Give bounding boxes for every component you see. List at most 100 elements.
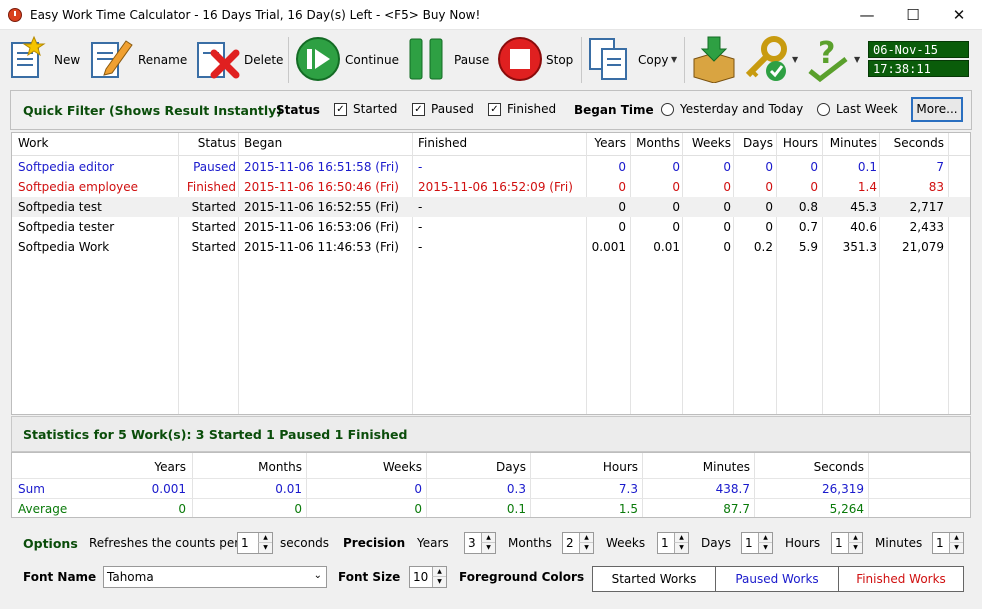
- work-table[interactable]: Work Status Began Finished Years Months Weeks D…: [11, 132, 971, 415]
- continue-play-icon: [296, 37, 340, 81]
- column-header-work[interactable]: Work: [18, 136, 178, 150]
- average-cell: 0: [178, 502, 186, 516]
- precision-hours-label: Hours: [785, 536, 821, 550]
- close-button[interactable]: ✕: [936, 0, 982, 30]
- spin-up-icon[interactable]: ▲: [758, 533, 772, 543]
- precision-months-value[interactable]: 2: [566, 536, 574, 550]
- spin-down-icon[interactable]: ▼: [674, 543, 688, 553]
- font-size-value[interactable]: 10: [413, 570, 428, 584]
- precision-years-value[interactable]: 3: [468, 536, 476, 550]
- rename-pencil-icon: [91, 40, 133, 78]
- refresh-spinner[interactable]: 1 ▲ ▼: [237, 532, 273, 554]
- column-header-months[interactable]: Months: [632, 136, 680, 150]
- help-dropdown-arrow-icon[interactable]: ▼: [854, 55, 860, 64]
- column-header-seconds[interactable]: Seconds: [882, 136, 944, 150]
- font-size-spinner[interactable]: 10 ▲ ▼: [409, 566, 447, 588]
- cell-began: 2015-11-06 16:50:46 (Fri): [244, 180, 399, 194]
- started-checkbox-label[interactable]: Started: [353, 102, 397, 116]
- install-button[interactable]: [690, 33, 738, 87]
- column-header-hours[interactable]: Hours: [778, 136, 818, 150]
- precision-minutes-label: Minutes: [875, 536, 923, 550]
- paused-checkbox-label[interactable]: Paused: [431, 102, 474, 116]
- minimize-button[interactable]: —: [844, 0, 890, 30]
- cell-days: 0: [765, 200, 773, 214]
- refresh-label: Refreshes the counts per: [89, 536, 240, 550]
- copy-dropdown-arrow-icon[interactable]: ▼: [671, 55, 677, 64]
- column-header-days[interactable]: Days: [735, 136, 773, 150]
- new-button[interactable]: New: [4, 33, 82, 87]
- license-dropdown-arrow-icon[interactable]: ▼: [792, 55, 798, 64]
- finished-checkbox-label[interactable]: Finished: [507, 102, 556, 116]
- help-button[interactable]: ? ▼: [804, 33, 862, 87]
- options-title: Options: [23, 536, 78, 551]
- spin-down-icon[interactable]: ▼: [848, 543, 862, 553]
- spin-up-icon[interactable]: ▲: [579, 533, 593, 543]
- font-name-select[interactable]: Tahoma ⌄: [103, 566, 327, 588]
- spin-up-icon[interactable]: ▲: [432, 567, 446, 577]
- current-date: 06-Nov-15: [868, 41, 969, 58]
- license-key-button[interactable]: ▼: [742, 33, 800, 87]
- paused-checkbox[interactable]: ✓: [412, 103, 425, 116]
- spin-up-icon[interactable]: ▲: [949, 533, 963, 543]
- font-name-value[interactable]: Tahoma: [107, 570, 154, 584]
- delete-button[interactable]: Delete: [192, 33, 284, 87]
- spin-up-icon[interactable]: ▲: [481, 533, 495, 543]
- precision-minutes-spinner[interactable]: 1 ▲ ▼: [932, 532, 964, 554]
- chevron-down-icon[interactable]: ⌄: [314, 570, 322, 581]
- continue-label: Continue: [345, 53, 399, 67]
- cell-hours: 0.7: [798, 220, 818, 234]
- stats-header: Minutes: [702, 460, 750, 474]
- more-button[interactable]: More...: [911, 97, 963, 122]
- new-document-icon: [11, 35, 46, 78]
- precision-hours-spinner[interactable]: 1 ▲ ▼: [831, 532, 863, 554]
- column-header-weeks[interactable]: Weeks: [684, 136, 731, 150]
- precision-hours-value[interactable]: 1: [835, 536, 843, 550]
- paused-works-color-button[interactable]: Paused Works: [715, 566, 839, 592]
- precision-years-spinner[interactable]: 3 ▲ ▼: [464, 532, 496, 554]
- yesterday-today-label[interactable]: Yesterday and Today: [680, 102, 803, 116]
- started-works-color-button[interactable]: Started Works: [592, 566, 716, 592]
- spin-down-icon[interactable]: ▼: [579, 543, 593, 553]
- precision-weeks-spinner[interactable]: 1 ▲ ▼: [657, 532, 689, 554]
- spin-down-icon[interactable]: ▼: [481, 543, 495, 553]
- yesterday-today-radio[interactable]: [661, 103, 674, 116]
- finished-checkbox[interactable]: ✓: [488, 103, 501, 116]
- precision-days-spinner[interactable]: 1 ▲ ▼: [741, 532, 773, 554]
- copy-button[interactable]: Copy ▼: [586, 33, 680, 87]
- column-header-status[interactable]: Status: [180, 136, 236, 150]
- maximize-button[interactable]: ☐: [890, 0, 936, 30]
- column-header-began[interactable]: Began: [244, 136, 414, 150]
- spin-up-icon[interactable]: ▲: [848, 533, 862, 543]
- spin-up-icon[interactable]: ▲: [674, 533, 688, 543]
- column-header-finished[interactable]: Finished: [418, 136, 588, 150]
- spin-up-icon[interactable]: ▲: [258, 533, 272, 543]
- table-row[interactable]: Softpedia test Started 2015-11-06 16:52:55…: [12, 197, 970, 217]
- table-row[interactable]: Softpedia editor Paused 2015-11-06 16:51:5…: [12, 157, 970, 177]
- pause-label: Pause: [454, 53, 490, 67]
- spin-down-icon[interactable]: ▼: [758, 543, 772, 553]
- table-row[interactable]: Softpedia tester Started 2015-11-06 16:53:…: [12, 217, 970, 237]
- column-header-minutes[interactable]: Minutes: [824, 136, 877, 150]
- rename-button[interactable]: Rename: [86, 33, 187, 87]
- finished-works-color-button[interactable]: Finished Works: [838, 566, 964, 592]
- spin-down-icon[interactable]: ▼: [258, 543, 272, 553]
- stop-button[interactable]: Stop: [496, 33, 578, 87]
- app-icon[interactable]: [8, 8, 22, 22]
- continue-button[interactable]: Continue: [294, 33, 399, 87]
- pause-button[interactable]: Pause: [404, 33, 492, 87]
- table-row[interactable]: Softpedia Work Started 2015-11-06 11:46:53…: [12, 237, 970, 257]
- cell-minutes: 351.3: [842, 240, 877, 254]
- spin-down-icon[interactable]: ▼: [432, 577, 446, 587]
- precision-days-value[interactable]: 1: [745, 536, 753, 550]
- precision-weeks-value[interactable]: 1: [661, 536, 669, 550]
- last-week-label[interactable]: Last Week: [836, 102, 898, 116]
- precision-minutes-value[interactable]: 1: [936, 536, 944, 550]
- column-header-years[interactable]: Years: [588, 136, 626, 150]
- sum-cell: 0: [414, 482, 422, 496]
- table-row[interactable]: Softpedia employee Finished 2015-11-06 16:…: [12, 177, 970, 197]
- last-week-radio[interactable]: [817, 103, 830, 116]
- started-checkbox[interactable]: ✓: [334, 103, 347, 116]
- refresh-value[interactable]: 1: [241, 536, 249, 550]
- spin-down-icon[interactable]: ▼: [949, 543, 963, 553]
- precision-months-spinner[interactable]: 2 ▲ ▼: [562, 532, 594, 554]
